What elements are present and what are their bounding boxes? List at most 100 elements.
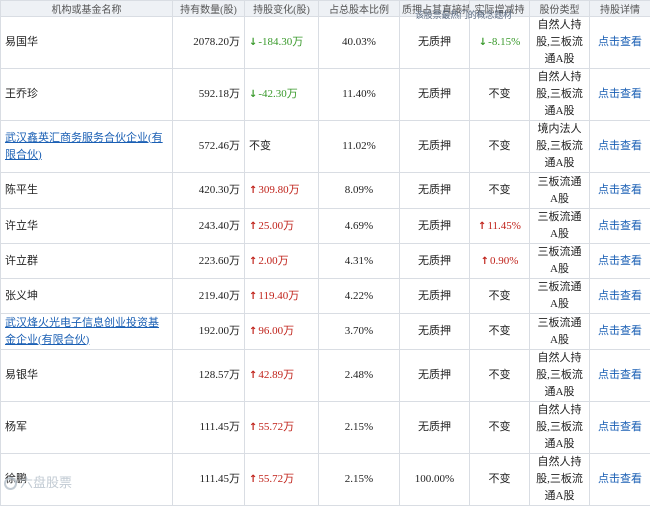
holding-qty: 128.57万 [173,350,245,402]
pledge-status: 无质押 [400,121,470,173]
table-row: 陈平生420.30万↑309.80万8.09%无质押不变三板流通A股点击查看 [1,173,650,209]
actual-change-cell: ↑0.90% [470,244,530,279]
detail-link[interactable]: 点击查看 [590,69,650,121]
arrow-down-icon: ↓ [249,37,257,48]
actual-change-cell: 不变 [470,279,530,314]
holding-change-cell: ↑55.72万 [245,402,319,454]
table-body: 易国华2078.20万↓-184.30万40.03%无质押↓-8.15%自然人持… [1,17,650,506]
pledge-status: 无质押 [400,209,470,244]
holder-name: 易银华 [5,369,38,381]
holder-name: 杨军 [5,421,27,433]
detail-link[interactable]: 点击查看 [590,244,650,279]
actual-change-value: 0.90% [490,255,518,267]
holding-change-cell: ↑25.00万 [245,209,319,244]
actual-change-cell: 不变 [470,350,530,402]
share-ratio: 8.09% [319,173,400,209]
pledge-status: 无质押 [400,69,470,121]
holding-qty: 219.40万 [173,279,245,314]
holding-qty: 243.40万 [173,209,245,244]
detail-link[interactable]: 点击查看 [590,121,650,173]
share-type: 自然人持股,三板流通A股 [530,350,590,402]
pledge-status: 无质押 [400,17,470,69]
holding-change-cell: ↓-184.30万 [245,17,319,69]
table-row: 武汉烽火光电子信息创业投资基金企业(有限合伙) 192.00万↑96.00万3.7… [1,314,650,350]
detail-link[interactable]: 点击查看 [590,350,650,402]
share-type: 自然人持股,三板流通A股 [530,17,590,69]
holder-name: 张义坤 [5,290,38,302]
holder-name: 王乔珍 [5,88,38,100]
share-type: 三板流通A股 [530,244,590,279]
holding-change-value: -42.30万 [258,88,297,100]
holder-name: 许立华 [5,220,38,232]
holding-qty: 420.30万 [173,173,245,209]
holder-name[interactable]: 武汉烽火光电子信息创业投资基金企业(有限合伙) [5,317,159,346]
holder-name-cell: 杨军 [1,402,173,454]
holder-name-cell: 王乔珍 [1,69,173,121]
arrow-up-icon: ↑ [249,221,257,232]
table-header: 机构或基金名称 持有数量(股) 持股变化(股) 占总股本比例 质押占其直接持股比… [1,1,650,17]
holding-change-value: 不变 [249,140,271,152]
actual-change-cell: ↑11.45% [470,209,530,244]
arrow-up-icon: ↑ [249,474,257,485]
holding-qty: 192.00万 [173,314,245,350]
detail-link[interactable]: 点击查看 [590,209,650,244]
arrow-down-icon: ↓ [249,89,257,100]
actual-change-cell: 不变 [470,314,530,350]
table-row: 杨军111.45万↑55.72万2.15%无质押不变自然人持股,三板流通A股点击… [1,402,650,454]
holding-qty: 111.45万 [173,402,245,454]
share-type: 自然人持股,三板流通A股 [530,402,590,454]
holding-qty: 111.45万 [173,454,245,506]
actual-change-cell: ↓-8.15% [470,17,530,69]
holder-name-cell: 陈平生 [1,173,173,209]
holder-name[interactable]: 武汉鑫英汇商务服务合伙企业(有限合伙) [5,132,163,161]
pledge-status: 100.00% [400,454,470,506]
share-ratio: 3.70% [319,314,400,350]
detail-link[interactable]: 点击查看 [590,173,650,209]
actual-change-cell: 不变 [470,173,530,209]
holding-change-value: 55.72万 [258,421,294,433]
share-ratio: 4.22% [319,279,400,314]
pledge-status: 无质押 [400,244,470,279]
share-type: 三板流通A股 [530,279,590,314]
holder-name-cell: 张义坤 [1,279,173,314]
table-row: 武汉鑫英汇商务服务合伙企业(有限合伙)572.46万不变11.02%无质押不变境… [1,121,650,173]
holding-change-value: 96.00万 [258,325,294,337]
share-type: 三板流通A股 [530,173,590,209]
col-header-change: 持股变化(股) [245,1,319,17]
holding-change-value: 119.40万 [258,290,299,302]
pledge-status: 无质押 [400,173,470,209]
detail-link[interactable]: 点击查看 [590,279,650,314]
table-row: 张义坤219.40万↑119.40万4.22%无质押不变三板流通A股点击查看 [1,279,650,314]
share-ratio: 2.15% [319,402,400,454]
table-row: 易国华2078.20万↓-184.30万40.03%无质押↓-8.15%自然人持… [1,17,650,69]
holding-change-cell: ↑42.89万 [245,350,319,402]
watermark-logo-icon [4,477,17,490]
arrow-up-icon: ↑ [249,291,257,302]
share-type: 自然人持股,三板流通A股 [530,69,590,121]
arrow-down-icon: ↓ [479,37,487,48]
holding-change-value: 2.00万 [258,255,288,267]
holding-change-cell: ↑55.72万 [245,454,319,506]
holding-qty: 592.18万 [173,69,245,121]
holding-change-value: -184.30万 [258,36,303,48]
actual-change-value: 不变 [489,473,511,485]
arrow-up-icon: ↑ [249,422,257,433]
holding-change-cell: ↑309.80万 [245,173,319,209]
shareholder-table: 机构或基金名称 持有数量(股) 持股变化(股) 占总股本比例 质押占其直接持股比… [0,0,650,506]
table-row: 许立华243.40万↑25.00万4.69%无质押↑11.45%三板流通A股点击… [1,209,650,244]
holding-qty: 2078.20万 [173,17,245,69]
holding-change-cell: ↑96.00万 [245,314,319,350]
detail-link[interactable]: 点击查看 [590,402,650,454]
arrow-up-icon: ↑ [249,256,257,267]
detail-link[interactable]: 点击查看 [590,17,650,69]
table-row: 王乔珍592.18万↓-42.30万11.40%无质押不变自然人持股,三板流通A… [1,69,650,121]
actual-change-cell: 不变 [470,121,530,173]
detail-link[interactable]: 点击查看 [590,314,650,350]
holder-name-cell[interactable]: 武汉烽火光电子信息创业投资基金企业(有限合伙) [1,314,173,350]
holder-name-cell: 易国华 [1,17,173,69]
detail-link[interactable]: 点击查看 [590,454,650,506]
share-ratio: 2.15% [319,454,400,506]
holder-name-cell[interactable]: 武汉鑫英汇商务服务合伙企业(有限合伙) [1,121,173,173]
share-type: 境内法人股,三板流通A股 [530,121,590,173]
holding-change-cell: ↓-42.30万 [245,69,319,121]
